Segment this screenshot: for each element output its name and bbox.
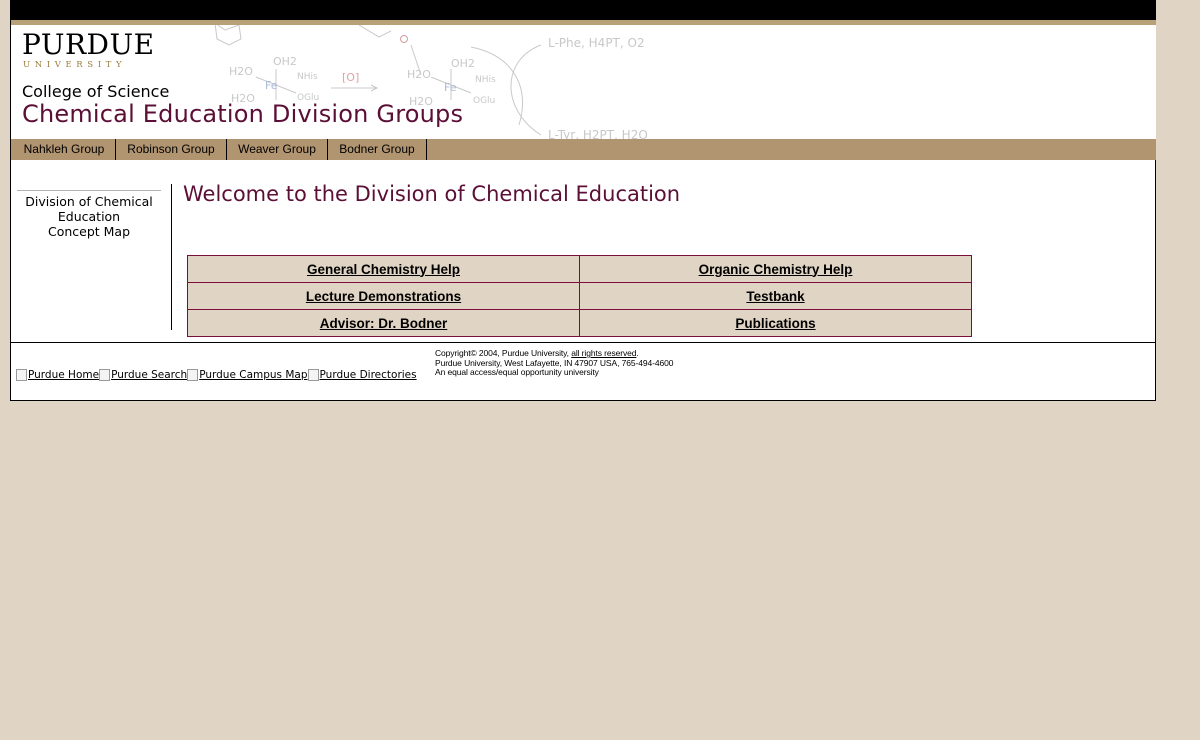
broken-image-icon xyxy=(307,369,319,381)
art-oxidant: [O] xyxy=(342,71,359,84)
footer-divider xyxy=(11,342,1156,343)
general-chemistry-help-link[interactable]: General Chemistry Help xyxy=(307,262,460,277)
lecture-demonstrations-link[interactable]: Lecture Demonstrations xyxy=(306,289,461,304)
all-rights-reserved-link[interactable]: all rights reserved xyxy=(571,348,636,358)
purdue-campus-map-link[interactable]: Purdue Campus Map xyxy=(187,369,308,381)
purdue-directories-label: Purdue Directories xyxy=(319,369,417,381)
table-cell: General Chemistry Help xyxy=(187,255,580,283)
table-row: Lecture Demonstrations Testbank xyxy=(187,282,972,310)
advisor-link[interactable]: Advisor: Dr. Bodner xyxy=(320,316,448,331)
table-cell: Advisor: Dr. Bodner xyxy=(187,309,580,337)
site-title: Chemical Education Division Groups xyxy=(22,100,464,128)
top-black-bar xyxy=(11,0,1156,20)
nav-bodner-group[interactable]: Bodner Group xyxy=(328,139,426,160)
nav-weaver-group[interactable]: Weaver Group xyxy=(227,139,327,160)
nav-robinson-group[interactable]: Robinson Group xyxy=(116,139,226,160)
purdue-logo-university: UNIVERSITY xyxy=(23,60,127,70)
equal-opportunity-line: An equal access/equal opportunity univer… xyxy=(435,367,599,378)
table-row: Advisor: Dr. Bodner Publications xyxy=(187,309,972,337)
art-phe: L-Phe, H4PT, O2 xyxy=(548,36,645,50)
sidebar-line-2: Education xyxy=(57,209,121,224)
art-fe-b: Fe xyxy=(444,81,457,94)
sidebar-line-3: Concept Map xyxy=(47,224,131,239)
group-nav-bar: Nahkleh Group Robinson Group Weaver Grou… xyxy=(11,139,1156,160)
purdue-logo-wordmark[interactable]: PURDUE xyxy=(22,28,155,61)
art-oh2-a: OH2 xyxy=(273,55,297,68)
art-fe-a: Fe xyxy=(265,79,278,92)
organic-chemistry-help-link[interactable]: Organic Chemistry Help xyxy=(699,262,853,277)
art-nhis-a: NHis xyxy=(297,72,318,82)
college-name: College of Science xyxy=(22,82,170,101)
table-row: General Chemistry Help Organic Chemistry… xyxy=(187,255,972,283)
copyright-text: Copyright© 2004, Purdue University, xyxy=(435,348,572,358)
art-oh2-b: OH2 xyxy=(451,57,475,70)
broken-image-icon xyxy=(187,369,199,381)
purdue-home-link[interactable]: Purdue Home xyxy=(16,369,99,381)
table-cell: Publications xyxy=(579,309,972,337)
nav-separator xyxy=(426,139,427,160)
page-frame: PURDUE UNIVERSITY OH2 H2O Fe NHis OGlu H… xyxy=(10,0,1156,401)
testbank-link[interactable]: Testbank xyxy=(746,289,804,304)
site-header: PURDUE UNIVERSITY OH2 H2O Fe NHis OGlu H… xyxy=(11,25,1156,139)
resource-links-table: General Chemistry Help Organic Chemistry… xyxy=(187,255,972,337)
purdue-search-link[interactable]: Purdue Search xyxy=(99,369,187,381)
broken-image-icon xyxy=(16,369,27,381)
sidebar-concept-map-link[interactable]: Division of Chemical Education Concept M… xyxy=(17,190,161,239)
art-tyr: L-Tyr, H2PT, H2O xyxy=(548,128,648,139)
art-h2o-a: H2O xyxy=(229,65,253,78)
purdue-search-label: Purdue Search xyxy=(111,369,188,381)
sidebar-divider xyxy=(171,184,172,330)
purdue-directories-link[interactable]: Purdue Directories xyxy=(307,369,417,381)
publications-link[interactable]: Publications xyxy=(735,316,815,331)
broken-image-icon xyxy=(99,369,111,381)
sidebar-line-1: Division of Chemical xyxy=(25,194,153,209)
purdue-home-label: Purdue Home xyxy=(28,369,100,381)
art-h2o-c: H2O xyxy=(407,68,431,81)
art-nhis-b: NHis xyxy=(475,75,496,85)
copyright-period: . xyxy=(636,348,639,358)
table-cell: Testbank xyxy=(579,282,972,310)
table-cell: Organic Chemistry Help xyxy=(579,255,972,283)
nav-nahkleh-group[interactable]: Nahkleh Group xyxy=(13,139,115,160)
purdue-campus-map-label: Purdue Campus Map xyxy=(199,369,308,381)
art-oglu-b: OGlu xyxy=(473,96,495,106)
copyright-block: Copyright© 2004, Purdue University, all … xyxy=(435,348,673,378)
table-cell: Lecture Demonstrations xyxy=(187,282,580,310)
welcome-heading: Welcome to the Division of Chemical Educ… xyxy=(183,182,681,206)
footer-links: Purdue Home Purdue Search Purdue Campus Ma… xyxy=(16,369,417,381)
